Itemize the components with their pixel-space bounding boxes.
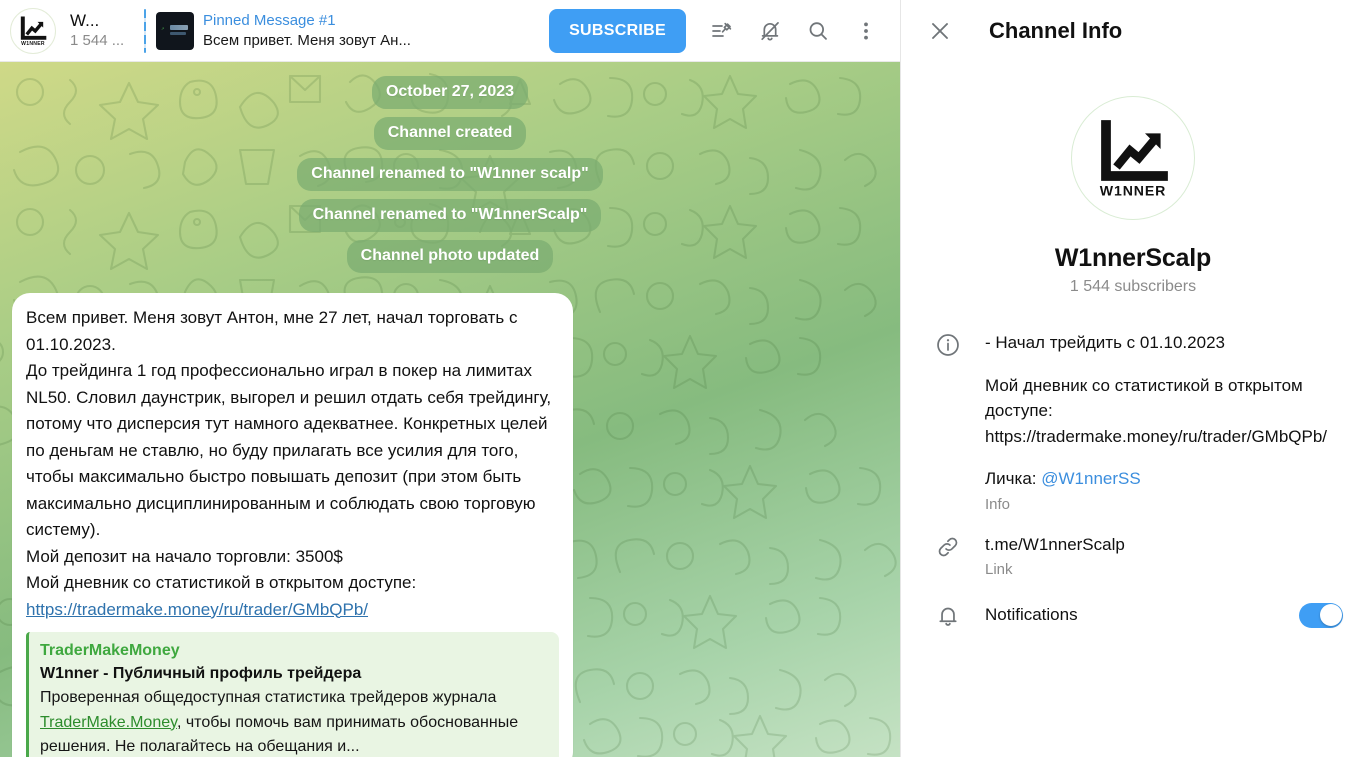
link-preview-site-name: TraderMakeMoney xyxy=(40,642,180,659)
profile-avatar[interactable]: W1NNER xyxy=(1071,96,1195,220)
link-preview-card[interactable]: TraderMakeMoney W1nner - Публичный профи… xyxy=(26,632,559,757)
svg-text:W1NNER: W1NNER xyxy=(21,41,45,47)
info-row-link[interactable]: t.me/W1nnerScalp Link xyxy=(901,524,1365,590)
about-line-2a: Мой дневник со статистикой в открытом до… xyxy=(985,375,1303,421)
close-icon[interactable] xyxy=(927,18,953,44)
info-row-about[interactable]: - Начал трейдить с 01.10.2023 Мой дневни… xyxy=(901,322,1365,524)
chat-scroll: October 27, 2023 Channel created Channel… xyxy=(0,62,900,757)
link-row-caption: Link xyxy=(985,561,1013,578)
channel-title-block[interactable]: W... 1 544 ... xyxy=(70,10,132,51)
telegram-window: W1NNER W... 1 544 ... ↗ Pinned Message #… xyxy=(0,0,1365,757)
message-row: Всем привет. Меня зовут Антон, мне 27 ле… xyxy=(0,293,900,757)
link-preview-title: W1nner - Публичный профиль трейдера xyxy=(40,665,362,682)
info-icon xyxy=(927,330,969,358)
info-profile-block: W1NNER W1nnerScalp 1 544 subscribers xyxy=(901,96,1365,296)
notifications-label: Notifications xyxy=(985,605,1078,625)
service-message-renamed-2: Channel renamed to "W1nnerScalp" xyxy=(298,199,602,232)
channel-subscribers: 1 544 ... xyxy=(70,32,125,49)
info-rows: - Начал трейдить с 01.10.2023 Мой дневни… xyxy=(901,322,1365,641)
search-icon[interactable] xyxy=(798,11,838,51)
channel-avatar[interactable]: W1NNER xyxy=(10,7,56,54)
channel-link-value: t.me/W1nnerScalp xyxy=(985,534,1125,554)
message-paragraph-3: Мой депозит на начало торговли: 3500$ xyxy=(26,546,343,566)
service-message-created: Channel created xyxy=(373,117,527,150)
about-dm-link[interactable]: @W1nnerSS xyxy=(1041,469,1140,488)
service-message-date: October 27, 2023 xyxy=(371,76,529,109)
about-line-3: Личка: @W1nnerSS xyxy=(985,466,1337,492)
svg-text:W1NNER: W1NNER xyxy=(1100,183,1166,199)
link-icon xyxy=(927,532,969,560)
notifications-muted-icon[interactable] xyxy=(750,11,790,51)
pinned-message-preview: Всем привет. Меня зовут Ан... xyxy=(203,31,411,49)
service-message-photo-updated: Channel photo updated xyxy=(346,240,554,273)
header-icons xyxy=(702,11,886,51)
bell-icon xyxy=(927,601,969,629)
message-paragraph-2: До трейдинга 1 год профессионально играл… xyxy=(26,361,552,539)
link-preview-desc-before: Проверенная общедоступная статистика тре… xyxy=(40,689,497,706)
about-line-1: - Начал трейдить с 01.10.2023 xyxy=(985,333,1225,352)
info-panel-title: Channel Info xyxy=(989,18,1123,43)
info-panel-header: Channel Info xyxy=(901,0,1365,62)
chat-message-area[interactable]: October 27, 2023 Channel created Channel… xyxy=(0,62,900,757)
more-options-icon[interactable] xyxy=(846,11,886,51)
service-message-renamed-1: Channel renamed to "W1nner scalp" xyxy=(297,158,603,191)
link-preview-inline-link[interactable]: TraderMake.Money xyxy=(40,714,177,731)
pinned-messages-icon[interactable] xyxy=(702,11,742,51)
message-paragraph-1: Всем привет. Меня зовут Антон, мне 27 ле… xyxy=(26,308,518,354)
channel-info-panel: Channel Info W1NNER W1nnerScalp 1 544 su… xyxy=(900,0,1365,757)
about-line-2b: https://tradermake.money/ru/trader/GMbQP… xyxy=(985,426,1328,446)
message-paragraph-4: Мой дневник со статистикой в открытом до… xyxy=(26,573,417,592)
message-bubble[interactable]: Всем привет. Меня зовут Антон, мне 27 ле… xyxy=(12,293,573,757)
profile-name: W1nnerScalp xyxy=(1054,244,1212,272)
chat-header: W1NNER W... 1 544 ... ↗ Pinned Message #… xyxy=(0,0,900,62)
pinned-message-thumbnail: ↗ xyxy=(156,11,194,50)
channel-name: W... xyxy=(70,11,100,30)
about-dm-label: Личка: xyxy=(985,469,1042,488)
info-row-notifications[interactable]: Notifications xyxy=(901,589,1365,641)
chat-column: W1NNER W... 1 544 ... ↗ Pinned Message #… xyxy=(0,0,900,757)
notifications-toggle[interactable] xyxy=(1299,602,1343,628)
about-row-caption: Info xyxy=(985,495,1011,513)
toggle-knob xyxy=(1319,604,1342,626)
profile-subscribers: 1 544 subscribers xyxy=(1069,278,1197,295)
message-diary-link[interactable]: https://tradermake.money/ru/trader/GMbQP… xyxy=(26,600,368,619)
pinned-message-bar[interactable]: ↗ Pinned Message #1 Всем привет. Меня зо… xyxy=(156,11,456,51)
subscribe-button[interactable]: SUBSCRIBE xyxy=(549,8,686,53)
link-preview-description: Проверенная общедоступная статистика тре… xyxy=(40,686,549,757)
pinned-divider xyxy=(144,8,146,53)
pinned-message-title: Pinned Message #1 xyxy=(203,11,336,29)
